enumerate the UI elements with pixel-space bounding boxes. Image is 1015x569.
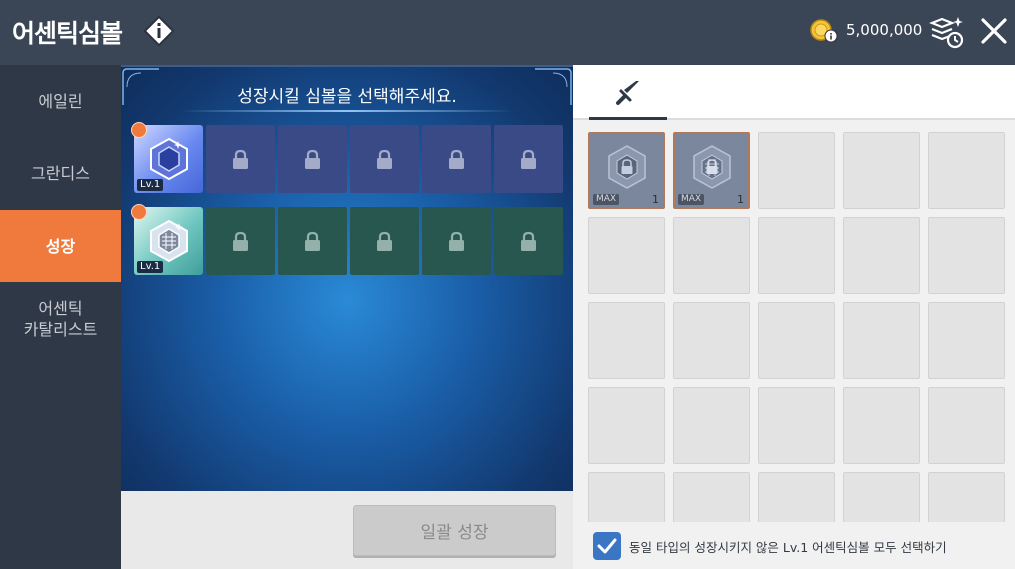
locked-slot <box>422 125 491 193</box>
empty-slot <box>928 302 1005 379</box>
authentic-symbol-icon <box>608 145 646 189</box>
sword-icon <box>616 81 639 105</box>
symbol-settings-icon[interactable] <box>928 14 966 50</box>
sidebar-item-ailin[interactable]: 에일린 <box>0 65 121 137</box>
lock-icon <box>449 231 464 251</box>
lock-icon <box>233 149 248 169</box>
locked-slot <box>494 125 563 193</box>
locked-slot <box>278 207 347 275</box>
empty-slot <box>758 302 835 379</box>
locked-slot <box>206 125 275 193</box>
meso-coin-icon <box>810 19 838 43</box>
empty-slot <box>843 132 920 209</box>
close-icon[interactable] <box>978 15 1010 47</box>
sidebar-item-label: 그란디스 <box>31 163 90 183</box>
locked-slot <box>278 125 347 193</box>
empty-slot <box>843 387 920 464</box>
growth-panel-title: 성장시킬 심볼을 선택해주세요. <box>237 87 457 107</box>
page-title: 어센틱심볼 <box>12 19 123 48</box>
empty-slot <box>843 302 920 379</box>
locked-slot <box>206 207 275 275</box>
bulk-growth-button[interactable]: 일괄 성장 <box>353 505 556 556</box>
empty-slot <box>928 387 1005 464</box>
sidebar-item-grandis[interactable]: 그란디스 <box>0 137 121 209</box>
sidebar-item-label: 어센틱 카탈리스트 <box>23 299 98 339</box>
lock-icon <box>377 149 392 169</box>
item-quantity: 1 <box>737 193 744 206</box>
empty-slot <box>928 132 1005 209</box>
growth-up-icon <box>131 204 147 220</box>
inventory-panel: MAX 1 MAX 1 동일 타입의 성장시키지 않은 Lv.1 어센틱심볼 모… <box>573 65 1015 569</box>
inventory-item[interactable]: MAX 1 <box>673 132 750 209</box>
empty-slot <box>588 387 665 464</box>
empty-slot <box>673 387 750 464</box>
growth-action-bar: 일괄 성장 <box>121 491 573 569</box>
lock-icon <box>449 149 464 169</box>
sidebar-item-label: 에일린 <box>38 91 83 111</box>
empty-slot <box>758 217 835 294</box>
check-icon <box>597 538 617 554</box>
symbol-level: Lv.1 <box>137 261 164 273</box>
select-all-label: 동일 타입의 성장시키지 않은 Lv.1 어센틱심볼 모두 선택하기 <box>629 540 947 555</box>
empty-slot <box>588 302 665 379</box>
empty-slot <box>758 387 835 464</box>
locked-slot <box>350 207 419 275</box>
authentic-symbol-icon <box>150 137 188 181</box>
symbol-level: Lv.1 <box>137 179 164 191</box>
lock-icon <box>521 149 536 169</box>
max-badge: MAX <box>678 194 705 205</box>
empty-slot <box>588 217 665 294</box>
locked-slot <box>494 207 563 275</box>
header-bar: 어센틱심볼 5,000,000 <box>0 0 1015 65</box>
empty-slot <box>928 217 1005 294</box>
lock-icon <box>305 231 320 251</box>
lock-icon <box>521 231 536 251</box>
item-quantity: 1 <box>652 193 659 206</box>
sidebar-item-authentic-catalyst[interactable]: 어센틱 카탈리스트 <box>0 283 121 355</box>
empty-slot <box>758 132 835 209</box>
empty-slot <box>673 217 750 294</box>
empty-slot <box>843 217 920 294</box>
inventory-item[interactable]: MAX 1 <box>588 132 665 209</box>
select-all-bar: 동일 타입의 성장시키지 않은 Lv.1 어센틱심볼 모두 선택하기 <box>573 522 1015 569</box>
max-badge: MAX <box>593 194 620 205</box>
lock-icon <box>233 231 248 251</box>
growth-panel: 성장시킬 심볼을 선택해주세요. Lv.1 Lv.1 <box>121 65 573 491</box>
sidebar-item-label: 성장 <box>45 236 76 256</box>
sidebar: 에일린 그란디스 성장 어센틱 카탈리스트 <box>0 65 121 569</box>
info-icon[interactable] <box>144 16 174 46</box>
locked-slot <box>350 125 419 193</box>
growth-up-icon <box>131 122 147 138</box>
inventory-tab-bar <box>573 65 1015 120</box>
tab-symbols[interactable] <box>589 65 667 120</box>
empty-slot <box>673 302 750 379</box>
lock-icon <box>305 149 320 169</box>
title-divider <box>181 110 513 112</box>
sidebar-item-growth[interactable]: 성장 <box>0 210 121 282</box>
select-all-checkbox[interactable] <box>593 532 621 560</box>
currency-amount: 5,000,000 <box>846 21 923 39</box>
authentic-symbol-icon <box>150 219 188 263</box>
locked-slot <box>422 207 491 275</box>
lock-icon <box>377 231 392 251</box>
authentic-symbol-icon <box>693 145 731 189</box>
bulk-growth-label: 일괄 성장 <box>420 523 489 543</box>
